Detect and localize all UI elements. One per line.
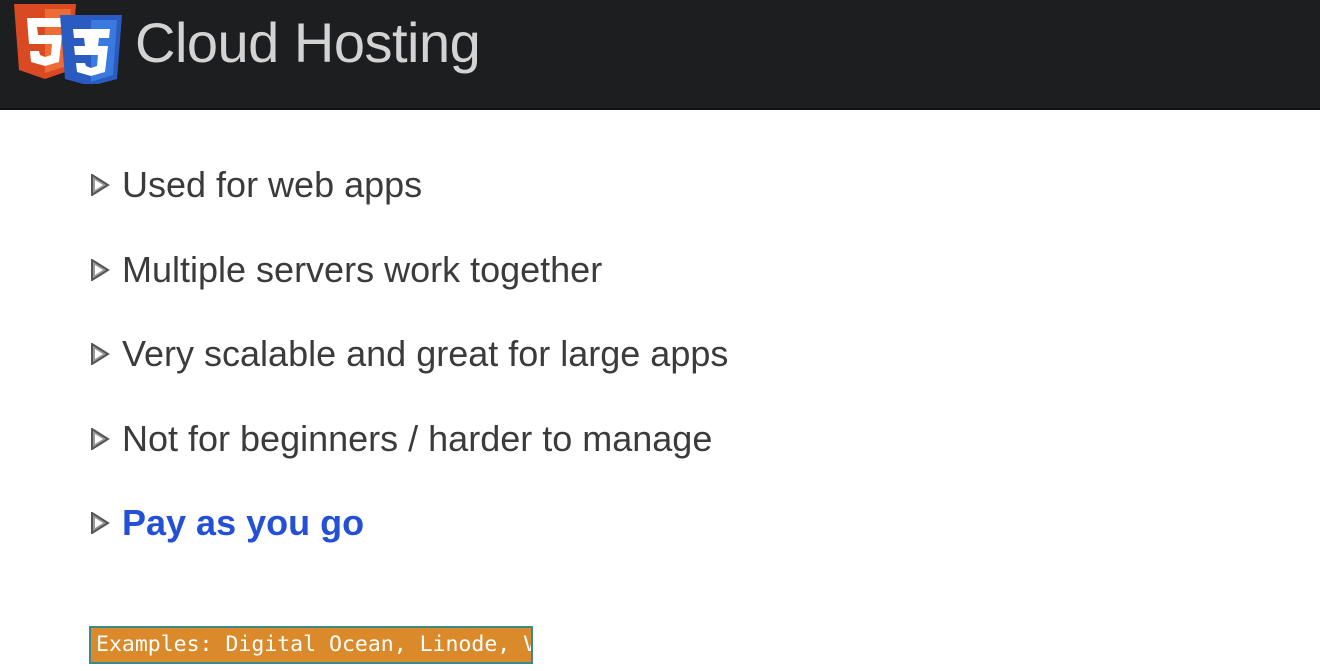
bullet-list: Used for web apps Multiple servers work … [90,160,728,583]
triangle-bullet-icon [91,343,110,365]
header-bar: Cloud Hosting [0,0,1320,110]
bullet-item: Very scalable and great for large apps [90,329,728,414]
slide: Cloud Hosting Used for web apps Multiple… [0,0,1320,671]
bullet-text: Used for web apps [122,164,423,205]
triangle-bullet-icon [91,512,110,534]
bullet-item-emphasized: Pay as you go [90,498,728,583]
triangle-bullet-icon [91,427,110,450]
bullet-text: Very scalable and great for large apps [122,333,729,374]
triangle-bullet-icon [91,258,110,281]
bullet-text: Not for beginners / harder to manage [122,417,713,459]
bullet-text-emphasized: Pay as you go [122,502,365,543]
triangle-bullet-icon [91,174,110,196]
bullet-item: Multiple servers work together [90,245,728,330]
examples-note: Examples: Digital Ocean, Linode, Vultr [89,626,533,664]
bullet-item: Not for beginners / harder to manage [90,414,728,499]
bullet-item: Used for web apps [90,160,728,245]
bullet-text: Multiple servers work together [122,248,603,290]
page-title: Cloud Hosting [135,11,481,74]
html5-css3-logo-icon [14,4,122,84]
